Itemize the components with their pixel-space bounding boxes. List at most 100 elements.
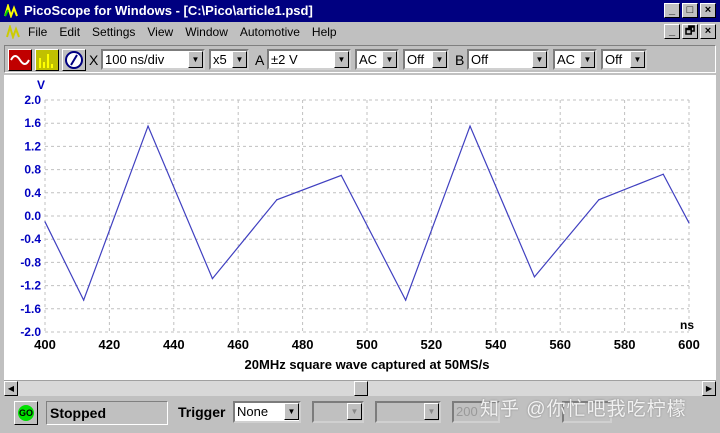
trigger-label: Trigger [178, 404, 226, 420]
scope-mode-button[interactable] [8, 49, 32, 71]
chevron-down-icon[interactable]: ▼ [532, 51, 547, 68]
chevron-down-icon[interactable]: ▼ [580, 51, 595, 68]
data-point [405, 299, 407, 301]
doc-minimize-button[interactable]: _ [664, 24, 680, 39]
go-label: GO [18, 405, 34, 421]
data-point [598, 199, 600, 201]
y-tick-label: -1.6 [20, 302, 41, 316]
chart-title: 20MHz square wave captured at 50MS/s [245, 357, 490, 372]
data-point [662, 173, 664, 175]
b-offset-value: Off [605, 52, 623, 67]
menu-automotive[interactable]: Automotive [240, 22, 300, 42]
scroll-right-button[interactable]: ▶ [702, 381, 716, 396]
y-tick-label: 0.8 [24, 163, 41, 177]
x-tick-label: 600 [678, 337, 700, 352]
watermark: 知乎 @你忙吧我吃柠檬 [480, 399, 687, 420]
channel-b-label: B [455, 52, 465, 68]
y-tick-label: -1.2 [20, 279, 41, 293]
data-point [44, 221, 46, 223]
trigger-edge-select: ▼ [375, 401, 441, 423]
maximize-button[interactable]: □ [682, 3, 698, 18]
menu-view[interactable]: View [147, 22, 173, 42]
y-tick-label: -0.8 [20, 255, 41, 269]
y-axis-label: V [37, 78, 45, 92]
b-offset-select[interactable]: Off ▼ [601, 49, 647, 70]
y-tick-label: 1.6 [24, 116, 41, 130]
meter-icon [65, 51, 83, 69]
channel-a-label: A [255, 52, 265, 68]
trigger-value: None [237, 404, 269, 419]
x-tick-label: 560 [549, 337, 571, 352]
chevron-down-icon[interactable]: ▼ [188, 51, 203, 68]
chevron-down-icon[interactable]: ▼ [232, 51, 247, 68]
go-button[interactable]: GO [14, 401, 38, 425]
spectrum-mode-button[interactable] [35, 49, 59, 71]
data-point [340, 174, 342, 176]
chevron-down-icon[interactable]: ▼ [284, 403, 299, 420]
y-tick-label: 0.4 [24, 186, 41, 200]
x-tick-label: 520 [421, 337, 443, 352]
chevron-down-icon[interactable]: ▼ [382, 51, 397, 68]
y-tick-label: -0.4 [20, 232, 41, 246]
chevron-down-icon: ▼ [424, 403, 439, 420]
x-tick-label: 500 [356, 337, 378, 352]
multiplier-select[interactable]: x5 ▼ [209, 49, 249, 70]
title-bar: PicoScope for Windows - [C:\Pico\article… [0, 0, 720, 22]
a-range-select[interactable]: ±2 V ▼ [267, 49, 351, 70]
toolbar: X 100 ns/div ▼ x5 ▼ A ±2 V ▼ AC ▼ Off ▼ B Off… [4, 45, 716, 73]
data-point [276, 199, 278, 201]
a-offset-select[interactable]: Off ▼ [403, 49, 449, 70]
y-tick-label: 2.0 [24, 93, 41, 107]
spectrum-icon [36, 50, 58, 70]
data-point [533, 276, 536, 278]
b-coupling-select[interactable]: AC ▼ [553, 49, 597, 70]
trigger-select[interactable]: None ▼ [233, 401, 301, 423]
x-tick-label: 540 [485, 337, 507, 352]
waveform-chart: 2.01.61.20.80.40.0-0.4-0.8-1.2-1.6-2.040… [20, 78, 700, 372]
x-label: X [89, 52, 99, 68]
y-tick-label: 0.0 [24, 209, 41, 223]
chevron-down-icon: ▼ [347, 403, 362, 420]
trigger-level-value: 200 [456, 404, 478, 419]
data-point [147, 125, 149, 127]
data-point [83, 299, 85, 301]
a-coupling-select[interactable]: AC ▼ [355, 49, 399, 70]
a-offset-value: Off [407, 52, 425, 67]
b-range-select[interactable]: Off ▼ [467, 49, 549, 70]
x-axis-label: ns [680, 318, 694, 332]
menu-window[interactable]: Window [185, 22, 228, 42]
x-tick-label: 420 [99, 337, 121, 352]
chevron-down-icon[interactable]: ▼ [630, 51, 645, 68]
trigger-channel-select: ▼ [312, 401, 364, 423]
b-range-value: Off [471, 52, 489, 67]
chevron-down-icon[interactable]: ▼ [432, 51, 447, 68]
menu-edit[interactable]: Edit [59, 22, 80, 42]
timebase-select[interactable]: 100 ns/div ▼ [101, 49, 205, 70]
data-point [211, 278, 214, 280]
y-tick-label: 1.2 [24, 139, 41, 153]
menu-file[interactable]: File [28, 22, 47, 42]
scope-wave-icon [9, 50, 31, 70]
scroll-thumb[interactable] [354, 381, 368, 396]
x-tick-label: 480 [292, 337, 314, 352]
minimize-button[interactable]: _ [664, 3, 680, 18]
b-coupling-value: AC [557, 52, 576, 67]
multiplier-value: x5 [213, 52, 227, 67]
x-tick-label: 580 [614, 337, 636, 352]
doc-close-button[interactable]: × [700, 24, 716, 39]
doc-icon [6, 25, 20, 39]
x-tick-label: 460 [227, 337, 249, 352]
data-point [688, 222, 690, 224]
data-point [469, 125, 471, 127]
x-tick-label: 440 [163, 337, 185, 352]
scroll-left-button[interactable]: ◀ [4, 381, 18, 396]
doc-restore-button[interactable]: 🗗 [682, 24, 698, 39]
menu-settings[interactable]: Settings [92, 22, 135, 42]
timebase-value: 100 ns/div [105, 52, 165, 67]
meter-mode-button[interactable] [62, 49, 86, 71]
status-text: Stopped [46, 401, 168, 425]
close-button[interactable]: × [700, 3, 716, 18]
chevron-down-icon[interactable]: ▼ [334, 51, 349, 68]
menu-help[interactable]: Help [312, 22, 337, 42]
menu-bar: File Edit Settings View Window Automotiv… [0, 22, 720, 42]
